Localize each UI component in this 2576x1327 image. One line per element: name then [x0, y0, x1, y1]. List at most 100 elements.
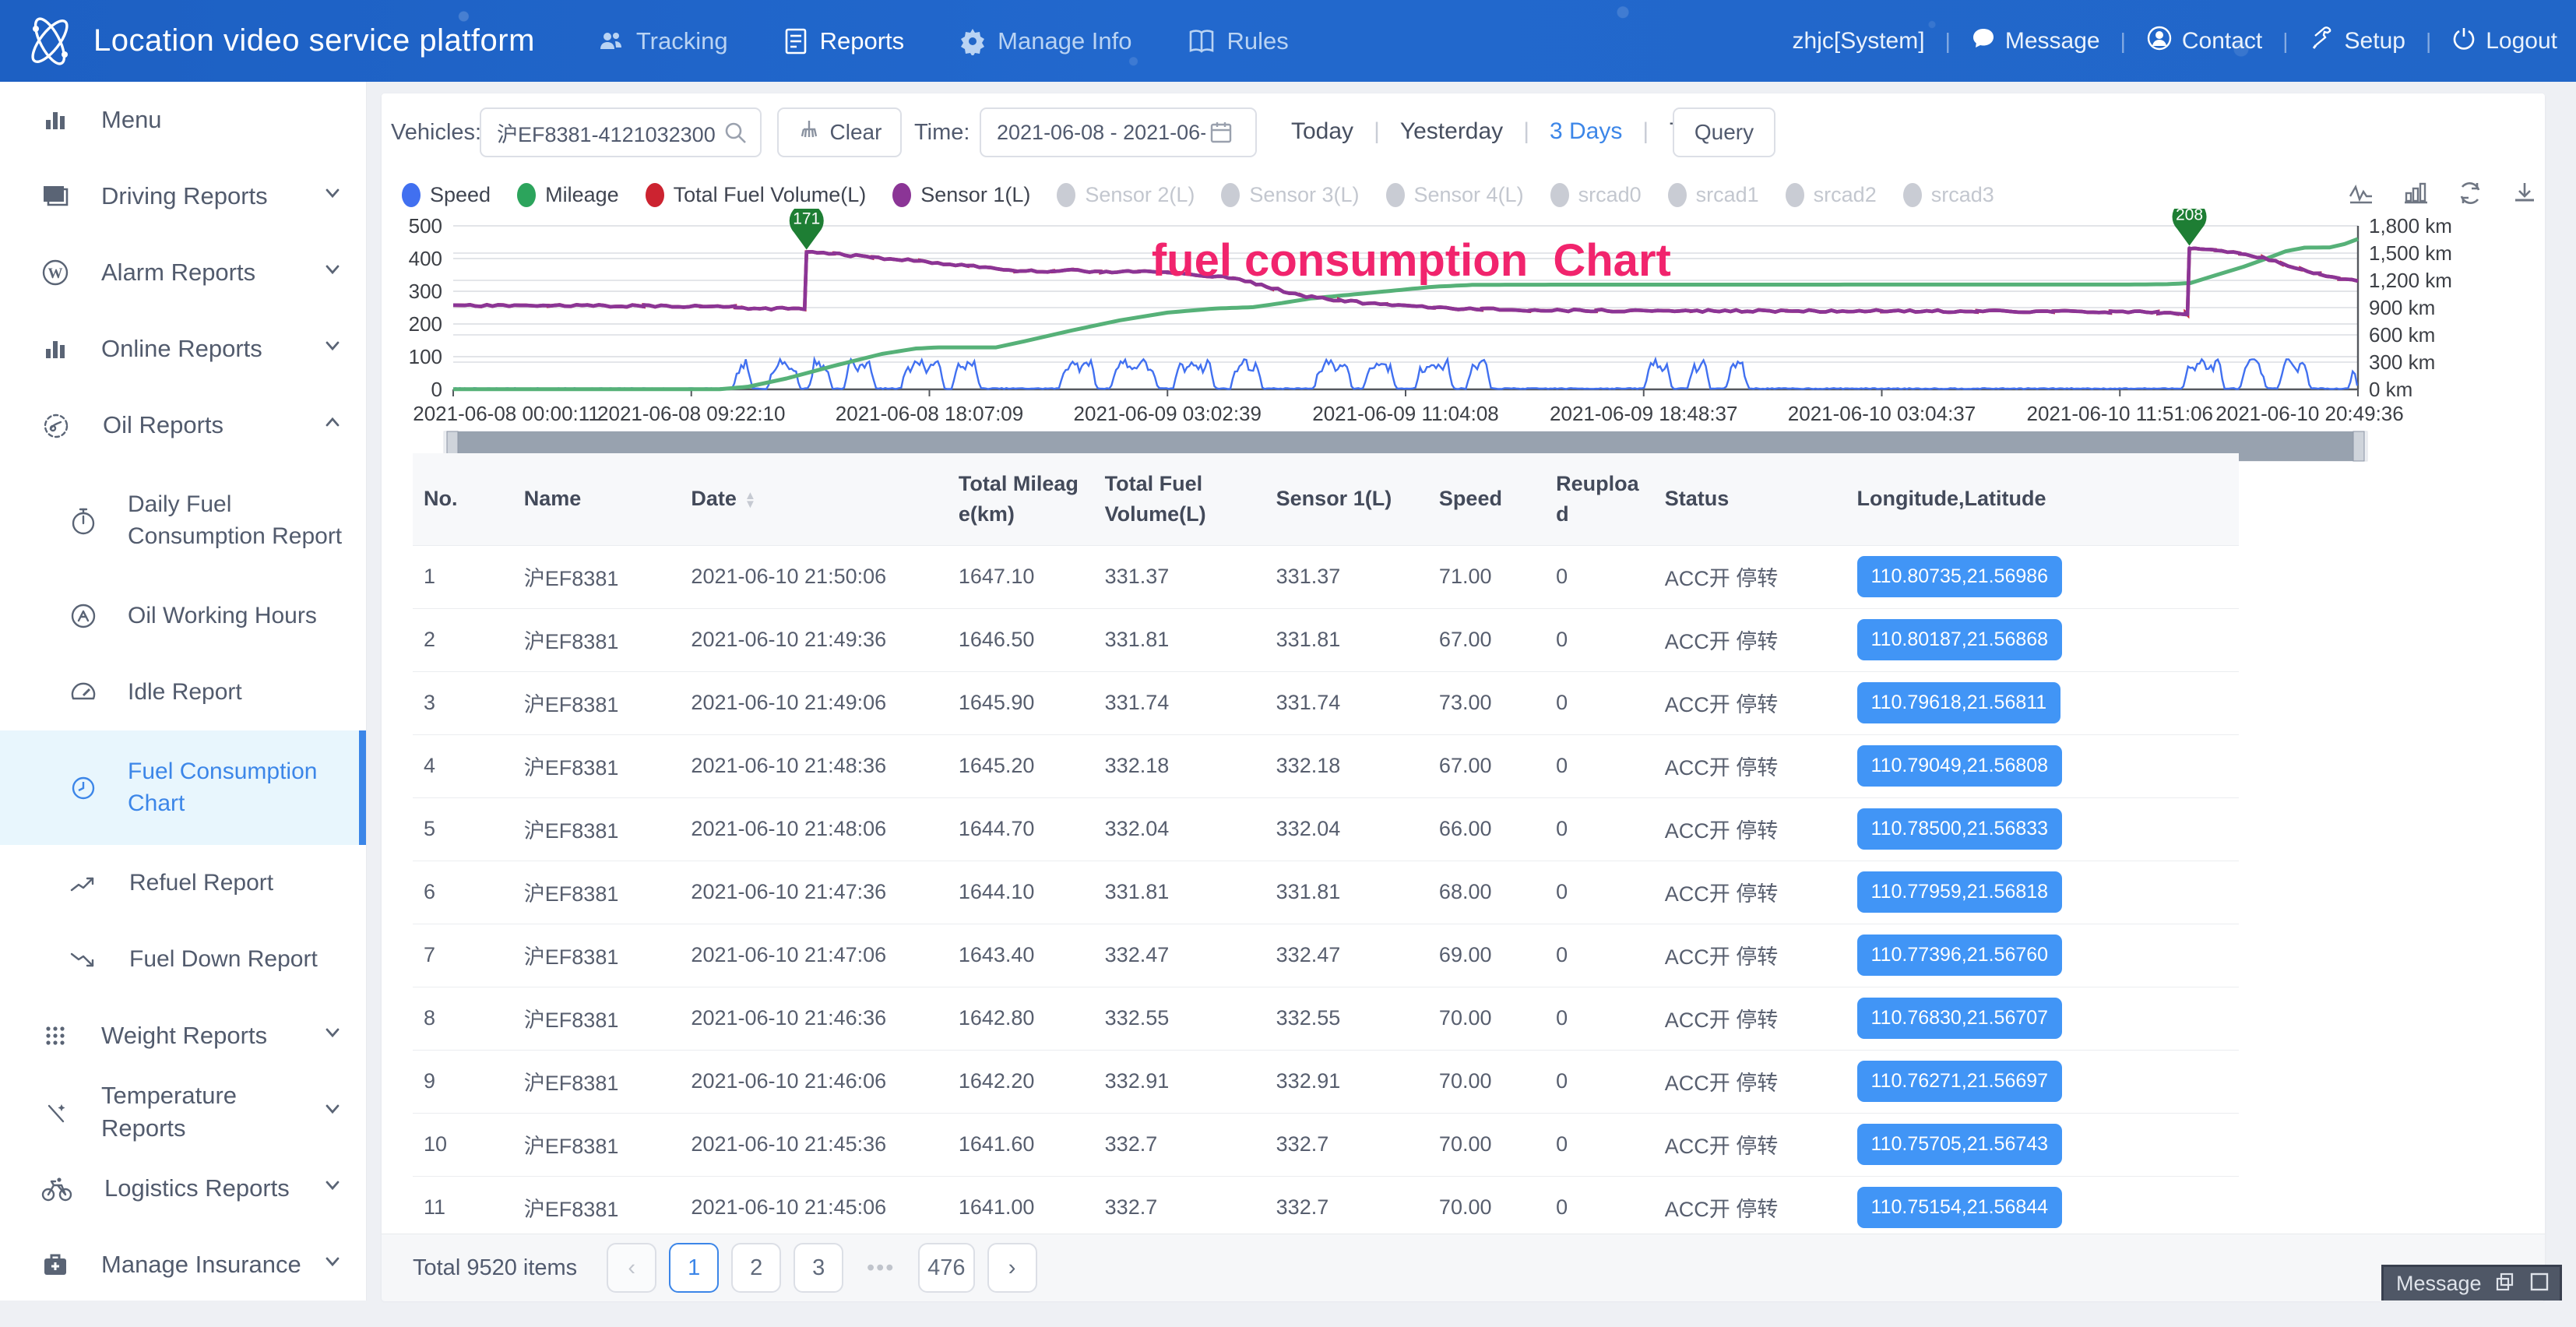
oil-icon — [40, 410, 72, 440]
legend-item-sensor-4-l-[interactable]: Sensor 4(L) — [1386, 183, 1524, 207]
contact-link[interactable]: Contact — [2146, 25, 2262, 58]
sidebar-item-oil-working-hours[interactable]: Oil Working Hours — [0, 578, 366, 654]
legend-item-srcad1[interactable]: srcad1 — [1668, 183, 1759, 207]
refuel-marker-pin[interactable]: 208 — [2173, 209, 2207, 246]
nav-item-rules[interactable]: Rules — [1187, 27, 1289, 55]
cell-coordinates: 110.79618,21.56811 — [1846, 671, 2239, 734]
download-icon[interactable] — [2511, 179, 2539, 211]
bike-icon — [40, 1175, 73, 1202]
y-axis-right-tick: 600 km — [2369, 323, 2435, 347]
divider: | — [1642, 118, 1649, 145]
bar-chart-icon[interactable] — [2402, 179, 2430, 211]
fuel-consumption-chart: 171 208fuel consumption Chart50040030020… — [382, 209, 2545, 483]
cell-total-mileage: 1645.90 — [948, 671, 1094, 734]
sidebar-item-label: Refuel Report — [129, 868, 273, 899]
query-button[interactable]: Query — [1673, 107, 1775, 157]
refresh-icon[interactable] — [2456, 179, 2484, 211]
legend-item-speed[interactable]: Speed — [402, 183, 491, 207]
legend-item-sensor-2-l-[interactable]: Sensor 2(L) — [1057, 183, 1195, 207]
page-button-3[interactable]: 3 — [794, 1243, 843, 1293]
sidebar-item-label: Logistics Reports — [104, 1172, 290, 1205]
coordinates-badge[interactable]: 110.77959,21.56818 — [1857, 871, 2063, 913]
legend-item-total-fuel-volume-l-[interactable]: Total Fuel Volume(L) — [646, 183, 867, 207]
total-items-label: Total 9520 items — [413, 1255, 577, 1281]
search-icon[interactable] — [723, 120, 749, 150]
sidebar-item-temperature-reports[interactable]: Temperature Reports — [0, 1074, 366, 1150]
prev-page-button[interactable]: ‹ — [607, 1243, 656, 1293]
message-link[interactable]: Message — [1971, 26, 2100, 57]
legend-item-sensor-3-l-[interactable]: Sensor 3(L) — [1221, 183, 1359, 207]
coordinates-badge[interactable]: 110.80735,21.56986 — [1857, 556, 2063, 597]
legend-item-srcad2[interactable]: srcad2 — [1786, 183, 1877, 207]
y-axis-right-tick: 1,200 km — [2369, 269, 2452, 292]
range-link-today[interactable]: Today — [1291, 118, 1353, 145]
sidebar-item-oil-reports[interactable]: Oil Reports — [0, 387, 366, 463]
coordinates-badge[interactable]: 110.79618,21.56811 — [1857, 682, 2061, 723]
sidebar-item-online-reports[interactable]: Online Reports — [0, 311, 366, 387]
sidebar-item-menu[interactable]: Menu — [0, 82, 366, 158]
sidebar-item-manage-insurance[interactable]: Manage Insurance — [0, 1227, 366, 1301]
maximize-window-icon[interactable] — [2528, 1271, 2550, 1297]
legend-item-mileage[interactable]: Mileage — [517, 183, 619, 207]
nav-item-label: Manage Info — [998, 27, 1131, 55]
sidebar-item-idle-report[interactable]: Idle Report — [0, 654, 366, 730]
nav-item-manage-info[interactable]: Manage Info — [959, 27, 1131, 55]
sidebar-item-alarm-reports[interactable]: WAlarm Reports — [0, 234, 366, 311]
y-axis-right-tick: 0 km — [2369, 378, 2412, 401]
sort-icon[interactable]: ▲▼ — [744, 491, 756, 509]
legend-item-sensor-1-l-[interactable]: Sensor 1(L) — [892, 183, 1030, 207]
calendar-icon[interactable] — [1209, 120, 1233, 149]
cell-coordinates: 110.77396,21.56760 — [1846, 924, 2239, 987]
chart-toolbox — [2347, 179, 2539, 211]
divider: | — [1374, 118, 1380, 145]
coordinates-badge[interactable]: 110.80187,21.56868 — [1857, 619, 2063, 660]
setup-link[interactable]: Setup — [2309, 25, 2405, 58]
cell-total-fuel: 332.04 — [1094, 797, 1265, 861]
coordinates-badge[interactable]: 110.75154,21.56844 — [1857, 1187, 2063, 1228]
legend-item-srcad0[interactable]: srcad0 — [1550, 183, 1642, 207]
legend-marker — [517, 183, 536, 207]
coordinates-badge[interactable]: 110.78500,21.56833 — [1857, 808, 2063, 850]
range-link-yesterday[interactable]: Yesterday — [1400, 118, 1503, 145]
sidebar-item-label: Online Reports — [101, 333, 262, 365]
cell-reupload: 0 — [1545, 861, 1654, 924]
coordinates-badge[interactable]: 110.77396,21.56760 — [1857, 935, 2063, 976]
page-button-2[interactable]: 2 — [731, 1243, 781, 1293]
coordinates-badge[interactable]: 110.76830,21.56707 — [1857, 998, 2063, 1039]
sidebar-item-logistics-reports[interactable]: Logistics Reports — [0, 1150, 366, 1227]
refuel-marker-pin[interactable]: 171 — [790, 209, 824, 250]
legend-item-srcad3[interactable]: srcad3 — [1903, 183, 1994, 207]
nav-item-reports[interactable]: Reports — [783, 27, 905, 55]
vehicle-search-input[interactable] — [480, 107, 762, 157]
coordinates-badge[interactable]: 110.75705,21.56743 — [1857, 1124, 2063, 1165]
sidebar-item-label: Driving Reports — [101, 180, 268, 213]
cell-coordinates: 110.79049,21.56808 — [1846, 734, 2239, 797]
message-mini-window[interactable]: Message — [2381, 1265, 2562, 1301]
sidebar-item-driving-reports[interactable]: Driving Reports — [0, 158, 366, 234]
sidebar-item-weight-reports[interactable]: Weight Reports — [0, 998, 366, 1074]
page-ellipsis[interactable]: ••• — [856, 1243, 906, 1293]
cell-status: ACC开 停转 — [1654, 797, 1846, 861]
logout-link[interactable]: Logout — [2451, 26, 2557, 57]
sidebar-item-refuel-report[interactable]: Refuel Report — [0, 845, 366, 921]
coordinates-badge[interactable]: 110.79049,21.56808 — [1857, 745, 2063, 787]
column-header-2[interactable]: Date▲▼ — [680, 453, 947, 545]
restore-window-icon[interactable] — [2494, 1271, 2516, 1297]
cell-speed: 73.00 — [1428, 671, 1545, 734]
range-link-3-days[interactable]: 3 Days — [1550, 118, 1622, 145]
sidebar-item-fuel-consumption-chart[interactable]: Fuel Consumption Chart — [0, 730, 366, 845]
line-chart-icon[interactable] — [2347, 179, 2375, 211]
cell-total-fuel: 332.18 — [1094, 734, 1265, 797]
nav-item-tracking[interactable]: Tracking — [597, 27, 728, 55]
page-button-476[interactable]: 476 — [918, 1243, 974, 1293]
next-page-button[interactable]: › — [987, 1243, 1037, 1293]
cell-speed: 67.00 — [1428, 608, 1545, 671]
coordinates-badge[interactable]: 110.76271,21.56697 — [1857, 1061, 2063, 1102]
clear-button[interactable]: Clear — [777, 107, 902, 157]
page-button-1[interactable]: 1 — [669, 1243, 719, 1293]
y-axis-left-tick: 100 — [409, 345, 442, 368]
cell-status: ACC开 停转 — [1654, 734, 1846, 797]
sidebar-item-daily-fuel-consumption-report[interactable]: Daily Fuel Consumption Report — [0, 463, 366, 578]
sidebar-item-fuel-down-report[interactable]: Fuel Down Report — [0, 921, 366, 998]
cell-coordinates: 110.75154,21.56844 — [1846, 1176, 2239, 1239]
